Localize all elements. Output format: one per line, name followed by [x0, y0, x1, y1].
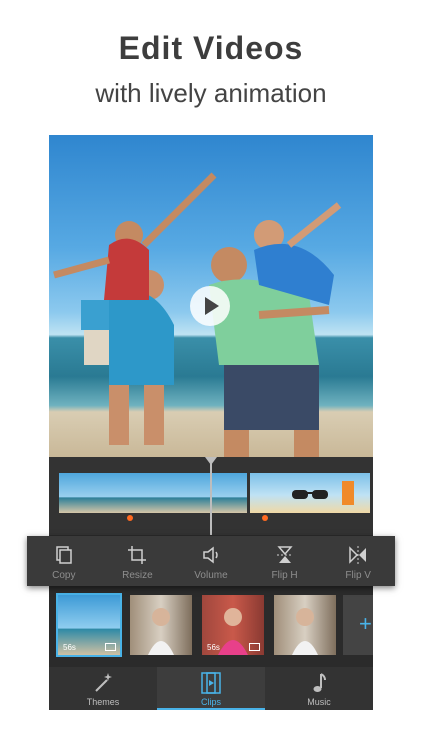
volume-button[interactable]: Volume: [174, 536, 248, 586]
sunglasses-drink-image: [292, 481, 354, 505]
play-button[interactable]: [190, 286, 230, 326]
tool-label: Volume: [194, 570, 228, 581]
tab-music[interactable]: Music: [265, 667, 373, 710]
playhead[interactable]: [205, 457, 217, 535]
copy-button[interactable]: Copy: [27, 536, 101, 586]
tab-themes[interactable]: Themes: [49, 667, 157, 710]
portrait-image: [148, 608, 174, 655]
crop-icon: [128, 546, 147, 564]
video-icon: [105, 643, 116, 651]
headline-subtitle: with lively animation: [95, 78, 327, 108]
clip-duration: 56s: [63, 643, 76, 652]
flip-horizontal-icon: [276, 546, 293, 563]
clip-thumbnail[interactable]: 56s: [56, 593, 122, 657]
magic-wand-icon: [95, 673, 112, 692]
video-preview[interactable]: [49, 135, 373, 457]
edit-toolbar: Copy Resize Volume Flip H Flip V: [27, 536, 395, 586]
tab-label: Music: [307, 697, 331, 707]
timeline-clip[interactable]: [59, 473, 247, 513]
clip-duration: 56s: [207, 643, 220, 652]
flip-v-button[interactable]: Flip V: [321, 536, 395, 586]
tool-label: Resize: [122, 570, 153, 581]
timeline-clip[interactable]: [250, 473, 370, 513]
tool-label: Copy: [52, 570, 76, 581]
tool-label: Flip H: [271, 570, 298, 581]
headline-title: Edit Videos: [118, 30, 304, 66]
clip-marker: [127, 515, 133, 521]
flip-vertical-icon: [349, 546, 367, 564]
clip-strip: 56s 56s +: [49, 585, 373, 667]
clip-thumbnail[interactable]: [130, 595, 192, 655]
clip-marker: [262, 515, 268, 521]
flip-h-button[interactable]: Flip H: [248, 536, 322, 586]
add-clip-button[interactable]: +: [343, 595, 373, 655]
resize-button[interactable]: Resize: [101, 536, 175, 586]
tab-label: Clips: [200, 697, 221, 707]
video-icon: [249, 643, 260, 651]
portrait-image: [292, 608, 318, 655]
volume-icon: [203, 546, 218, 564]
tool-label: Flip V: [345, 570, 371, 581]
phone-screen: 56s 56s + Themes Clips Music: [49, 135, 373, 710]
timeline[interactable]: [49, 457, 373, 535]
clip-thumbnail[interactable]: 56s: [202, 595, 264, 655]
copy-icon: [56, 546, 72, 564]
music-note-icon: [313, 673, 326, 692]
tab-clips[interactable]: Clips: [157, 667, 265, 710]
bottom-tab-bar: Themes Clips Music: [49, 667, 373, 710]
clip-thumbnail[interactable]: [274, 595, 336, 655]
tab-label: Themes: [86, 697, 120, 707]
film-icon: [201, 672, 221, 694]
